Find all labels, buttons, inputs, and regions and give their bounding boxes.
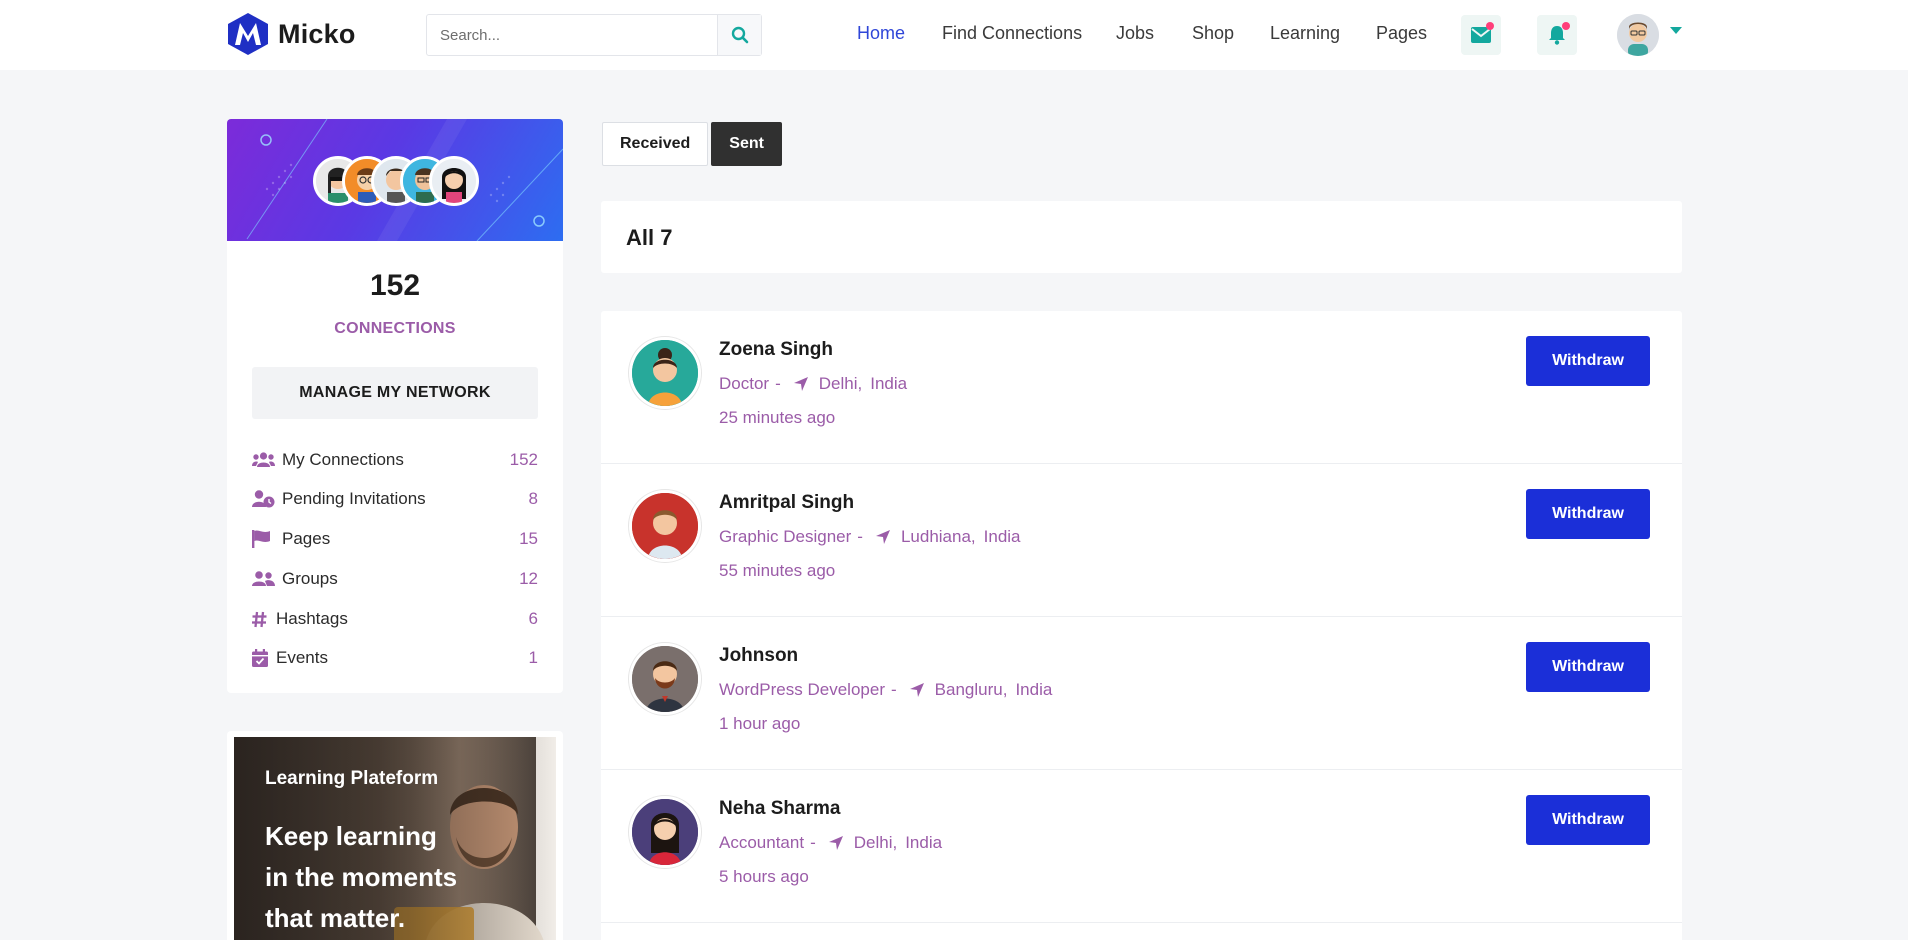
requests-count-heading: All 7 [626,225,673,250]
menu-item-count: 8 [528,489,538,508]
sent-requests-list: Zoena Singh Doctor - Delhi, India 25 min… [601,311,1682,940]
request-city: Delhi, [853,833,898,852]
request-city: Delhi, [818,374,863,393]
request-meta: Accountant - Delhi, India [719,833,942,853]
connections-label: CONNECTIONS [334,320,456,337]
separator: - [775,374,781,393]
request-meta: WordPress Developer - Bangluru, India [719,680,1052,700]
request-meta: Graphic Designer - Ludhiana, India [719,527,1021,547]
calendar-check-icon [252,648,268,668]
nav-home[interactable]: Home [857,23,905,44]
user-group-icon [252,569,275,589]
menu-item-my-connections[interactable]: My Connections 152 [252,448,538,472]
menu-item-label: Hashtags [276,609,348,628]
request-name[interactable]: Neha Sharma [719,798,840,820]
request-name[interactable]: Amritpal Singh [719,492,854,514]
request-role: Accountant [719,833,805,852]
user-avatar-image [1617,14,1659,56]
request-role: Doctor [719,374,770,393]
notification-dot [1562,22,1570,30]
manage-network-button[interactable]: MANAGE MY NETWORK [252,367,538,419]
request-city: Ludhiana, [900,527,976,546]
profile-card: 152 CONNECTIONS MANAGE MY NETWORK My Con… [227,119,563,693]
separator: - [890,680,897,699]
menu-item-count: 6 [528,609,538,628]
requests-header: All 7 [601,201,1682,273]
separator: - [810,833,816,852]
request-name[interactable]: Zoena Singh [719,339,833,361]
list-item: Johnson WordPress Developer - Bangluru, … [601,617,1682,770]
profile-cover [227,119,563,241]
avatar[interactable] [629,796,701,868]
messages-button[interactable] [1461,15,1501,55]
menu-item-pages[interactable]: Pages 15 [252,527,538,551]
separator: - [857,527,863,546]
request-tabs: Received Sent [602,122,782,166]
list-item: Zoena Singh Doctor - Delhi, India 25 min… [601,311,1682,464]
withdraw-button[interactable]: Withdraw [1526,489,1650,539]
list-item: Amritpal Singh Graphic Designer - Ludhia… [601,464,1682,617]
menu-item-label: Events [276,648,328,667]
caret-down-icon[interactable] [1670,27,1682,35]
request-country: India [870,374,908,393]
location-arrow-icon [909,682,925,698]
request-country: India [1015,680,1053,699]
notifications-button[interactable] [1537,15,1577,55]
nav-jobs[interactable]: Jobs [1116,23,1154,44]
nav-find-connections[interactable]: Find Connections [942,23,1082,44]
request-time: 5 hours ago [719,867,809,886]
menu-item-count: 12 [519,569,538,588]
top-header: Micko Home Find Connections Jobs Shop Le… [0,0,1908,70]
nav-learning[interactable]: Learning [1270,23,1340,44]
hashtag-icon [252,609,268,629]
menu-item-label: Pages [282,529,331,548]
avatar[interactable] [629,490,701,562]
connection-avatar[interactable] [429,156,479,206]
menu-item-count: 15 [519,529,538,548]
learning-banner-image: Learning Plateform Keep learning in the … [234,737,556,940]
request-time: 25 minutes ago [719,408,836,427]
menu-item-hashtags[interactable]: Hashtags 6 [252,607,538,631]
list-item: Neha Sharma Accountant - Delhi, India 5 … [601,770,1682,923]
user-avatar[interactable] [1617,14,1659,56]
withdraw-button[interactable]: Withdraw [1526,336,1650,386]
location-arrow-icon [828,835,844,851]
request-meta: Doctor - Delhi, India [719,374,907,394]
tab-received[interactable]: Received [602,122,709,166]
request-country: India [905,833,943,852]
menu-item-label: Groups [282,569,338,588]
location-arrow-icon [875,529,891,545]
nav-shop[interactable]: Shop [1192,23,1234,44]
notification-dot [1486,22,1494,30]
withdraw-button[interactable]: Withdraw [1526,795,1650,845]
request-name[interactable]: Johnson [719,645,798,667]
request-time: 55 minutes ago [719,561,836,580]
users-icon [252,450,275,470]
menu-item-pending-invitations[interactable]: Pending Invitations 8 [252,487,538,511]
learning-banner-subtitle: Learning Plateform [265,768,439,789]
menu-item-events[interactable]: Events 1 [252,646,538,670]
tab-sent[interactable]: Sent [711,122,782,166]
menu-item-label: My Connections [282,450,404,469]
withdraw-button[interactable]: Withdraw [1526,642,1650,692]
location-arrow-icon [793,376,809,392]
request-role: Graphic Designer [719,527,852,546]
menu-item-groups[interactable]: Groups 12 [252,567,538,591]
menu-item-count: 1 [528,648,538,667]
request-role: WordPress Developer [719,680,885,699]
request-time: 1 hour ago [719,714,801,733]
avatar[interactable] [629,337,701,409]
connections-count: 152 [369,269,421,302]
user-clock-icon [252,489,275,509]
learning-banner[interactable]: Learning Plateform Keep learning in the … [227,731,563,940]
nav-pages[interactable]: Pages [1376,23,1427,44]
learning-banner-title: Keep learning in the moments that matter… [265,821,458,933]
request-country: India [983,527,1021,546]
menu-item-label: Pending Invitations [282,489,426,508]
request-city: Bangluru, [934,680,1008,699]
flag-icon [252,529,275,549]
menu-item-count: 152 [509,450,538,469]
avatar[interactable] [629,643,701,715]
